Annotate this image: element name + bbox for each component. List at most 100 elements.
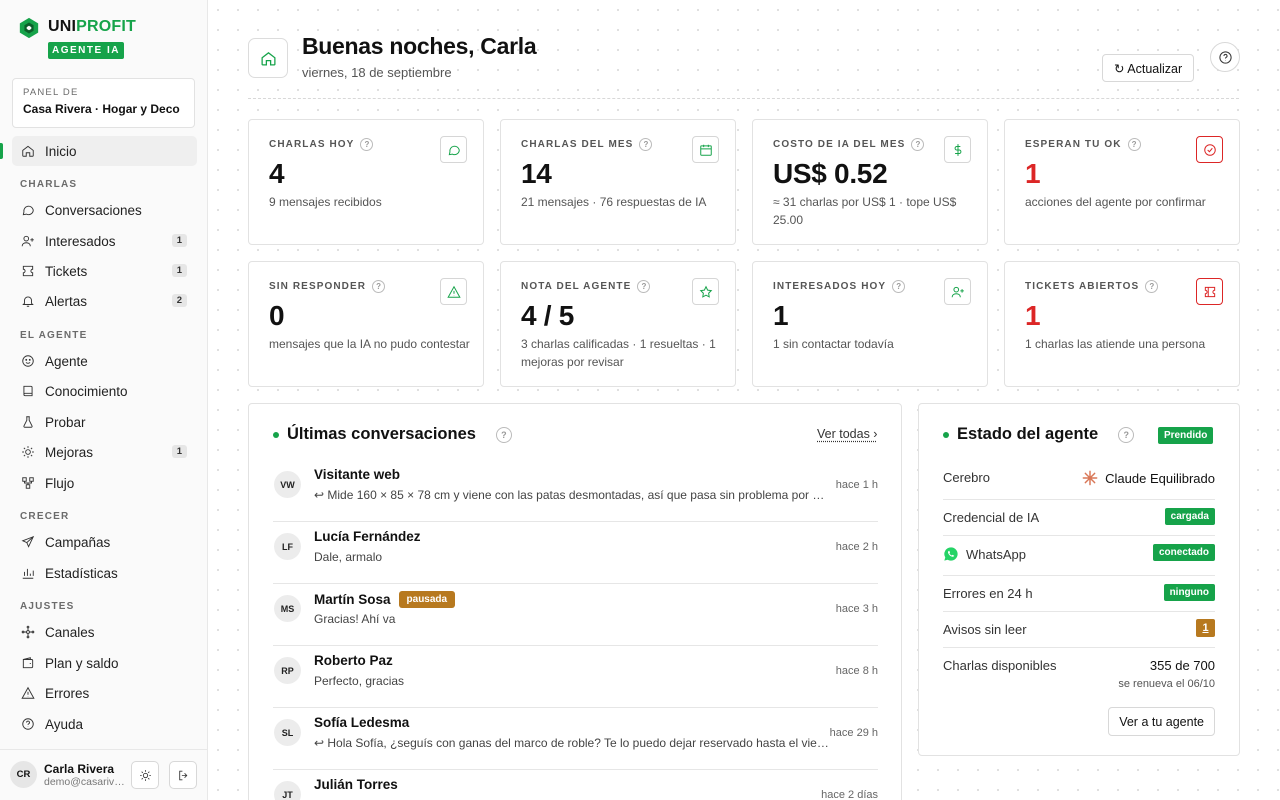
brand: UNIPROFIT AGENTE IA: [18, 17, 136, 59]
paused-badge: pausada: [398, 591, 456, 608]
recent-conversations-card: Últimas conversaciones ? Ver todas › VW …: [248, 403, 902, 800]
info-icon[interactable]: ?: [639, 138, 653, 151]
nav-item-errores[interactable]: Errores: [12, 678, 197, 708]
warning-icon: [21, 686, 35, 699]
check-circle-icon: [1196, 136, 1223, 163]
store-selector[interactable]: PANEL DE Casa Rivera · Hogar y Deco: [12, 78, 195, 128]
nav-item-agente[interactable]: Agente: [12, 346, 197, 376]
see-all-link[interactable]: Ver todas ›: [817, 427, 877, 441]
nav-item-alertas[interactable]: Alertas 2: [12, 286, 197, 316]
info-icon[interactable]: ?: [637, 280, 651, 293]
kpi-label: ESPERAN TU OK: [1025, 139, 1122, 150]
conversation-row[interactable]: LF Lucía Fernández Dale, armalo hace 2 h: [273, 522, 878, 584]
kpi-card-interesados-hoy[interactable]: INTERESADOS HOY? 1 1 sin contactar todav…: [752, 261, 988, 387]
kpi-card-tickets-abiertos[interactable]: TICKETS ABIERTOS? 1 1 charlas las atiend…: [1004, 261, 1240, 387]
kpi-card-charlas-mes[interactable]: CHARLAS DEL MES? 14 21 mensajes · 76 res…: [500, 119, 736, 245]
kpi-subtext: 1 charlas las atiende una persona: [1025, 337, 1206, 351]
nav-item-conversaciones[interactable]: Conversaciones: [12, 195, 197, 225]
info-icon[interactable]: ?: [495, 426, 512, 443]
view-agent-button[interactable]: Ver a tu agente: [1108, 707, 1215, 736]
chat-icon: [22, 205, 34, 216]
status-label: WhatsApp: [966, 546, 1026, 562]
nav-section-charlas: CHARLAS: [20, 179, 78, 190]
dollar-icon: [944, 136, 971, 163]
kpi-value: 1: [1025, 158, 1041, 189]
message-time: hace 8 h: [835, 665, 878, 677]
nav-item-plan[interactable]: Plan y saldo: [12, 648, 197, 678]
nav-item-probar[interactable]: Probar: [12, 407, 197, 437]
warning-icon: [440, 278, 467, 305]
status-dot: [943, 431, 949, 438]
agent-state-badge: Prendido: [1158, 427, 1214, 444]
unread-alerts-badge[interactable]: 1: [1196, 619, 1215, 637]
sidebar: UNIPROFIT AGENTE IA PANEL DE Casa Rivera…: [0, 0, 208, 800]
nav-item-ayuda[interactable]: Ayuda: [12, 709, 197, 739]
conversation-row[interactable]: VW Visitante web ↩ Mide 160 × 85 × 78 cm…: [273, 460, 878, 522]
nav-item-inicio[interactable]: Inicio: [0, 136, 197, 166]
conversation-row[interactable]: RP Roberto Paz Perfecto, gracias hace 8 …: [273, 646, 878, 708]
wallet-icon: [22, 657, 34, 669]
nav-item-conocimiento[interactable]: Conocimiento: [12, 376, 197, 406]
avatar: CR: [10, 761, 37, 788]
last-message: Gracias! Ahí va: [314, 612, 396, 626]
status-row-avisos: Avisos sin leer 1: [943, 612, 1215, 648]
user-name: Carla Rivera: [44, 762, 115, 776]
nav-item-flujo[interactable]: Flujo: [12, 468, 197, 498]
kpi-label: TICKETS ABIERTOS: [1025, 281, 1140, 292]
logout-icon: [178, 770, 187, 780]
refresh-button[interactable]: ↻ Actualizar: [1102, 54, 1195, 82]
help-icon: [22, 718, 34, 730]
nav-section-crecer: CRECER: [20, 511, 70, 522]
kpi-label: CHARLAS HOY: [269, 139, 355, 150]
nav-item-tickets[interactable]: Tickets 1: [12, 256, 197, 286]
conversation-row[interactable]: MS Martín Sosa pausada Gracias! Ahí va ha…: [273, 584, 878, 646]
contact-name: Julián Torres: [314, 777, 398, 792]
kpi-card-charlas-hoy[interactable]: CHARLAS HOY? 4 9 mensajes recibidos: [248, 119, 484, 245]
nav-item-mejoras[interactable]: Mejoras 1: [12, 437, 197, 467]
message-time: hace 2 días: [821, 789, 878, 800]
kpi-card-costo-ia[interactable]: COSTO DE IA DEL MES? US$ 0.52 ≈ 31 charl…: [752, 119, 988, 245]
kpi-label: COSTO DE IA DEL MES: [773, 139, 906, 150]
agent-status-card: Estado del agente ? Prendido Cerebro Cla…: [918, 403, 1240, 756]
nav-item-estadisticas[interactable]: Estadísticas: [12, 558, 197, 588]
last-message: ↩ Mide 160 × 85 × 78 cm y viene con las …: [314, 488, 829, 502]
message-time: hace 29 h: [829, 727, 878, 739]
kpi-value: 4: [269, 158, 285, 189]
avatar: MS: [274, 595, 301, 622]
status-value: 355 de 700: [1149, 658, 1215, 673]
info-icon[interactable]: ?: [892, 280, 906, 293]
page-title: Buenas noches, Carla: [302, 33, 537, 59]
avatar: LF: [274, 533, 301, 560]
kpi-value: 4 / 5: [521, 300, 574, 331]
nav-item-campanas[interactable]: Campañas: [12, 527, 197, 557]
conversation-row[interactable]: SL Sofía Ledesma ↩ Hola Sofía, ¿seguís c…: [273, 708, 878, 770]
kpi-subtext: 1 sin contactar todavía: [773, 337, 894, 351]
kpi-card-esperan-ok[interactable]: ESPERAN TU OK? 1 acciones del agente por…: [1004, 119, 1240, 245]
book-icon: [23, 385, 33, 397]
nav-item-interesados[interactable]: Interesados 1: [12, 226, 197, 256]
conversation-row[interactable]: JT Julián Torres hace 2 días: [273, 770, 878, 800]
status-label: Credencial de IA: [943, 510, 1040, 525]
info-icon[interactable]: ?: [911, 138, 925, 151]
user-email: demo@casarivera.com: [44, 776, 126, 788]
brand-logo-icon: [19, 17, 39, 39]
info-icon[interactable]: ?: [1127, 138, 1141, 151]
alertas-count: 2: [171, 294, 187, 307]
kpi-subtext: ≈ 31 charlas por US$ 1 · tope US$ 25.00: [773, 195, 957, 227]
chat-icon: [440, 136, 467, 163]
kpi-card-sin-responder[interactable]: SIN RESPONDER? 0 mensajes que la IA no p…: [248, 261, 484, 387]
help-button[interactable]: [1210, 42, 1240, 72]
info-icon[interactable]: ?: [1145, 280, 1159, 293]
theme-toggle-button[interactable]: [131, 761, 159, 789]
info-icon[interactable]: ?: [1118, 426, 1135, 443]
info-icon[interactable]: ?: [372, 280, 386, 293]
logout-button[interactable]: [169, 761, 197, 789]
kpi-card-nota-agente[interactable]: NOTA DEL AGENTE? 4 / 5 3 charlas calific…: [500, 261, 736, 387]
info-icon[interactable]: ?: [360, 138, 374, 151]
interesados-count: 1: [171, 234, 187, 247]
nav-item-canales[interactable]: Canales: [12, 617, 197, 647]
avatar: VW: [274, 471, 301, 498]
flask-icon: [23, 416, 33, 428]
avatar: JT: [274, 781, 301, 800]
brand-badge: AGENTE IA: [48, 42, 124, 59]
